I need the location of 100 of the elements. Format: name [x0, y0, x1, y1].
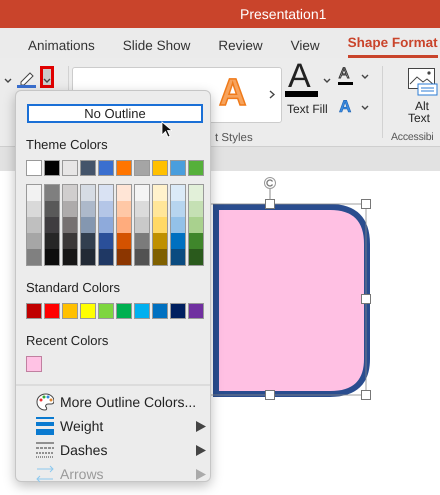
- section-heading: Standard Colors: [26, 280, 121, 296]
- color-swatch[interactable]: [153, 185, 167, 201]
- color-swatch[interactable]: [171, 217, 185, 233]
- color-swatch[interactable]: [99, 217, 113, 233]
- menu-item[interactable]: Dashes: [16, 438, 210, 462]
- color-swatch[interactable]: [171, 249, 185, 265]
- color-swatch[interactable]: [45, 217, 59, 233]
- color-swatch[interactable]: [81, 185, 95, 201]
- color-swatch[interactable]: [81, 233, 95, 249]
- color-swatch[interactable]: [170, 303, 186, 319]
- color-swatch[interactable]: [117, 201, 131, 217]
- color-swatch[interactable]: [171, 201, 185, 217]
- color-swatch[interactable]: [27, 249, 41, 265]
- color-swatch[interactable]: [27, 217, 41, 233]
- no-outline-button[interactable]: No Outline: [27, 104, 203, 123]
- color-swatch[interactable]: [116, 303, 132, 319]
- color-swatch[interactable]: [99, 233, 113, 249]
- ribbon-tab[interactable]: Review: [218, 32, 263, 58]
- dropdown-button[interactable]: [40, 66, 54, 88]
- color-swatch[interactable]: [80, 303, 96, 319]
- color-swatch[interactable]: [98, 160, 114, 176]
- color-swatch[interactable]: [116, 160, 132, 176]
- caret-icon: [43, 78, 51, 84]
- rotate-handle[interactable]: [264, 177, 276, 200]
- color-swatch[interactable]: [99, 249, 113, 265]
- text-outline-glyph[interactable]: A: [339, 66, 350, 81]
- color-swatch[interactable]: [171, 185, 185, 201]
- color-swatch[interactable]: [81, 249, 95, 265]
- color-swatch[interactable]: [153, 217, 167, 233]
- resize-handle[interactable]: [265, 390, 275, 400]
- resize-handle[interactable]: [265, 199, 275, 209]
- arrows-icon: [36, 465, 54, 483]
- color-swatch[interactable]: [63, 249, 77, 265]
- color-swatch[interactable]: [45, 233, 59, 249]
- ribbon-tab[interactable]: Slide Show: [122, 32, 190, 58]
- color-swatch[interactable]: [63, 185, 77, 201]
- color-swatch[interactable]: [27, 185, 41, 201]
- color-swatch[interactable]: [62, 303, 78, 319]
- color-swatch[interactable]: [26, 303, 42, 319]
- ribbon-tab[interactable]: View: [290, 32, 320, 58]
- color-swatch[interactable]: [63, 233, 77, 249]
- pen-icon[interactable]: [17, 70, 36, 88]
- color-swatch[interactable]: [81, 201, 95, 217]
- resize-handle[interactable]: [361, 199, 371, 209]
- color-swatch[interactable]: [171, 233, 185, 249]
- window-title: Presentation1: [240, 6, 326, 22]
- resize-handle[interactable]: [361, 390, 371, 400]
- color-swatch[interactable]: [153, 233, 167, 249]
- color-swatch[interactable]: [27, 233, 41, 249]
- color-swatch[interactable]: [117, 185, 131, 201]
- color-swatch[interactable]: [189, 201, 203, 217]
- menu-item[interactable]: More Outline Colors...: [16, 390, 210, 414]
- color-swatch[interactable]: [153, 249, 167, 265]
- color-swatch[interactable]: [26, 356, 42, 372]
- color-swatch[interactable]: [153, 201, 167, 217]
- color-swatch[interactable]: [26, 160, 42, 176]
- palette-icon: [36, 393, 54, 411]
- color-bar: [285, 91, 318, 97]
- color-swatch[interactable]: [152, 303, 168, 319]
- color-swatch[interactable]: [117, 233, 131, 249]
- color-swatch[interactable]: [134, 303, 150, 319]
- color-swatch[interactable]: [99, 201, 113, 217]
- chevron-icon[interactable]: [269, 90, 275, 99]
- color-swatch[interactable]: [45, 249, 59, 265]
- color-swatch[interactable]: [44, 303, 60, 319]
- color-swatch[interactable]: [152, 160, 168, 176]
- color-swatch[interactable]: [45, 201, 59, 217]
- color-swatch[interactable]: [189, 249, 203, 265]
- color-swatch[interactable]: [63, 217, 77, 233]
- section-heading: Theme Colors: [26, 137, 109, 153]
- alt-text-icon[interactable]: [408, 68, 438, 96]
- color-swatch[interactable]: [170, 160, 186, 176]
- color-swatch[interactable]: [135, 249, 149, 265]
- color-swatch[interactable]: [63, 201, 77, 217]
- color-swatch[interactable]: [189, 233, 203, 249]
- color-swatch[interactable]: [135, 185, 149, 201]
- color-swatch[interactable]: [135, 217, 149, 233]
- color-swatch[interactable]: [189, 217, 203, 233]
- color-swatch[interactable]: [117, 249, 131, 265]
- color-swatch[interactable]: [188, 303, 204, 319]
- alt-text-label[interactable]: Text: [408, 112, 430, 124]
- color-swatch[interactable]: [98, 303, 114, 319]
- color-swatch[interactable]: [80, 160, 96, 176]
- resize-handle[interactable]: [361, 294, 371, 304]
- alt-text-label[interactable]: Alt: [415, 100, 430, 112]
- menu-item[interactable]: Weight: [16, 414, 210, 438]
- ribbon-tab[interactable]: Animations: [28, 32, 95, 58]
- color-swatch[interactable]: [117, 217, 131, 233]
- color-swatch[interactable]: [45, 185, 59, 201]
- color-swatch[interactable]: [81, 217, 95, 233]
- color-swatch[interactable]: [135, 233, 149, 249]
- text-fill-label[interactable]: Text Fill: [287, 100, 328, 118]
- color-swatch[interactable]: [99, 185, 113, 201]
- color-swatch[interactable]: [134, 160, 150, 176]
- color-swatch[interactable]: [44, 160, 60, 176]
- color-swatch[interactable]: [27, 201, 41, 217]
- color-swatch[interactable]: [62, 160, 78, 176]
- color-swatch[interactable]: [135, 201, 149, 217]
- color-swatch[interactable]: [189, 185, 203, 201]
- color-swatch[interactable]: [188, 160, 204, 176]
